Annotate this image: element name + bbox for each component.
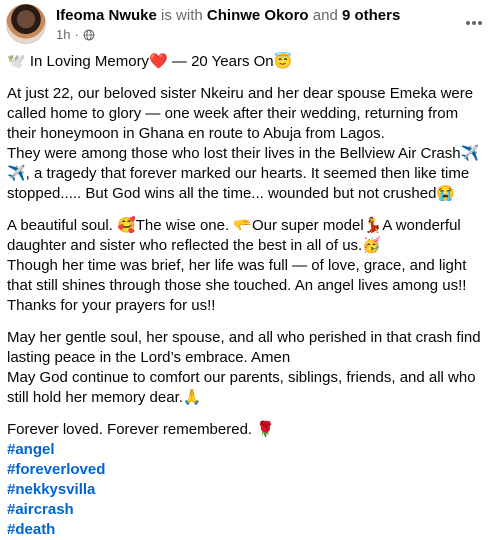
hashtag-list: #angel #foreverloved #nekkysvilla #aircr… <box>7 440 492 540</box>
text-line: A beautiful soul. 🥰The wise one. 🫳Our su… <box>7 217 461 234</box>
post-time[interactable]: 1h <box>56 27 70 43</box>
author-name[interactable]: Ifeoma Nwuke <box>56 7 157 24</box>
text-line: They were among those who lost their liv… <box>7 145 480 162</box>
text-line: lasting peace in the Lord’s embrace. Ame… <box>7 349 291 366</box>
paragraph-4: Forever loved. Forever remembered. 🌹 <box>7 421 275 438</box>
hashtag-link[interactable]: #aircrash <box>7 500 492 520</box>
text-line: stopped..... But God wins all the time..… <box>7 185 456 202</box>
post-body: 🕊️ In Loving Memory❤️ — 20 Years On😇 At … <box>7 52 492 540</box>
author-avatar[interactable] <box>6 4 46 44</box>
text-line: that still shines through those she touc… <box>7 277 467 294</box>
tagged-person[interactable]: Chinwe Okoro <box>207 7 309 24</box>
paragraph-2: A beautiful soul. 🥰The wise one. 🫳Our su… <box>7 216 492 316</box>
post-author-line: Ifeoma Nwuke is with Chinwe Okoro and 9 … <box>56 6 400 25</box>
more-horizontal-icon <box>466 21 482 25</box>
more-options-button[interactable] <box>461 10 487 36</box>
post-meta: 1h · <box>56 27 95 43</box>
paragraph-3: May her gentle soul, her spouse, and all… <box>7 328 492 408</box>
hashtag-link[interactable]: #death <box>7 520 492 540</box>
post-title: 🕊️ In Loving Memory❤️ — 20 Years On😇 <box>7 53 293 70</box>
text-line: Though her time was brief, her life was … <box>7 257 467 274</box>
hashtag-link[interactable]: #foreverloved <box>7 460 492 480</box>
text-line: May her gentle soul, her spouse, and all… <box>7 329 481 346</box>
tagged-others[interactable]: 9 others <box>342 7 400 24</box>
text-line: ✈️, a tragedy that forever marked our he… <box>7 165 470 182</box>
hashtag-link[interactable]: #angel <box>7 440 492 460</box>
meta-dot: · <box>74 27 79 42</box>
post-header: Ifeoma Nwuke is with Chinwe Okoro and 9 … <box>0 0 497 48</box>
paragraph-1: At just 22, our beloved sister Nkeiru an… <box>7 84 492 204</box>
text-line: called home to glory — one week after th… <box>7 105 459 122</box>
text-line: Thanks for your prayers for us!! <box>7 297 216 314</box>
and-text: and <box>312 7 338 24</box>
text-line: daughter and sister who reflected the be… <box>7 237 381 254</box>
with-text: is with <box>161 7 203 24</box>
text-line: At just 22, our beloved sister Nkeiru an… <box>7 85 474 102</box>
text-line: May God continue to comfort our parents,… <box>7 369 476 386</box>
hashtag-link[interactable]: #nekkysvilla <box>7 480 492 500</box>
text-line: still hold her memory dear.🙏 <box>7 389 202 406</box>
globe-icon[interactable] <box>83 29 95 41</box>
text-line: their honeymoon in Ghana en route to Abu… <box>7 125 385 142</box>
